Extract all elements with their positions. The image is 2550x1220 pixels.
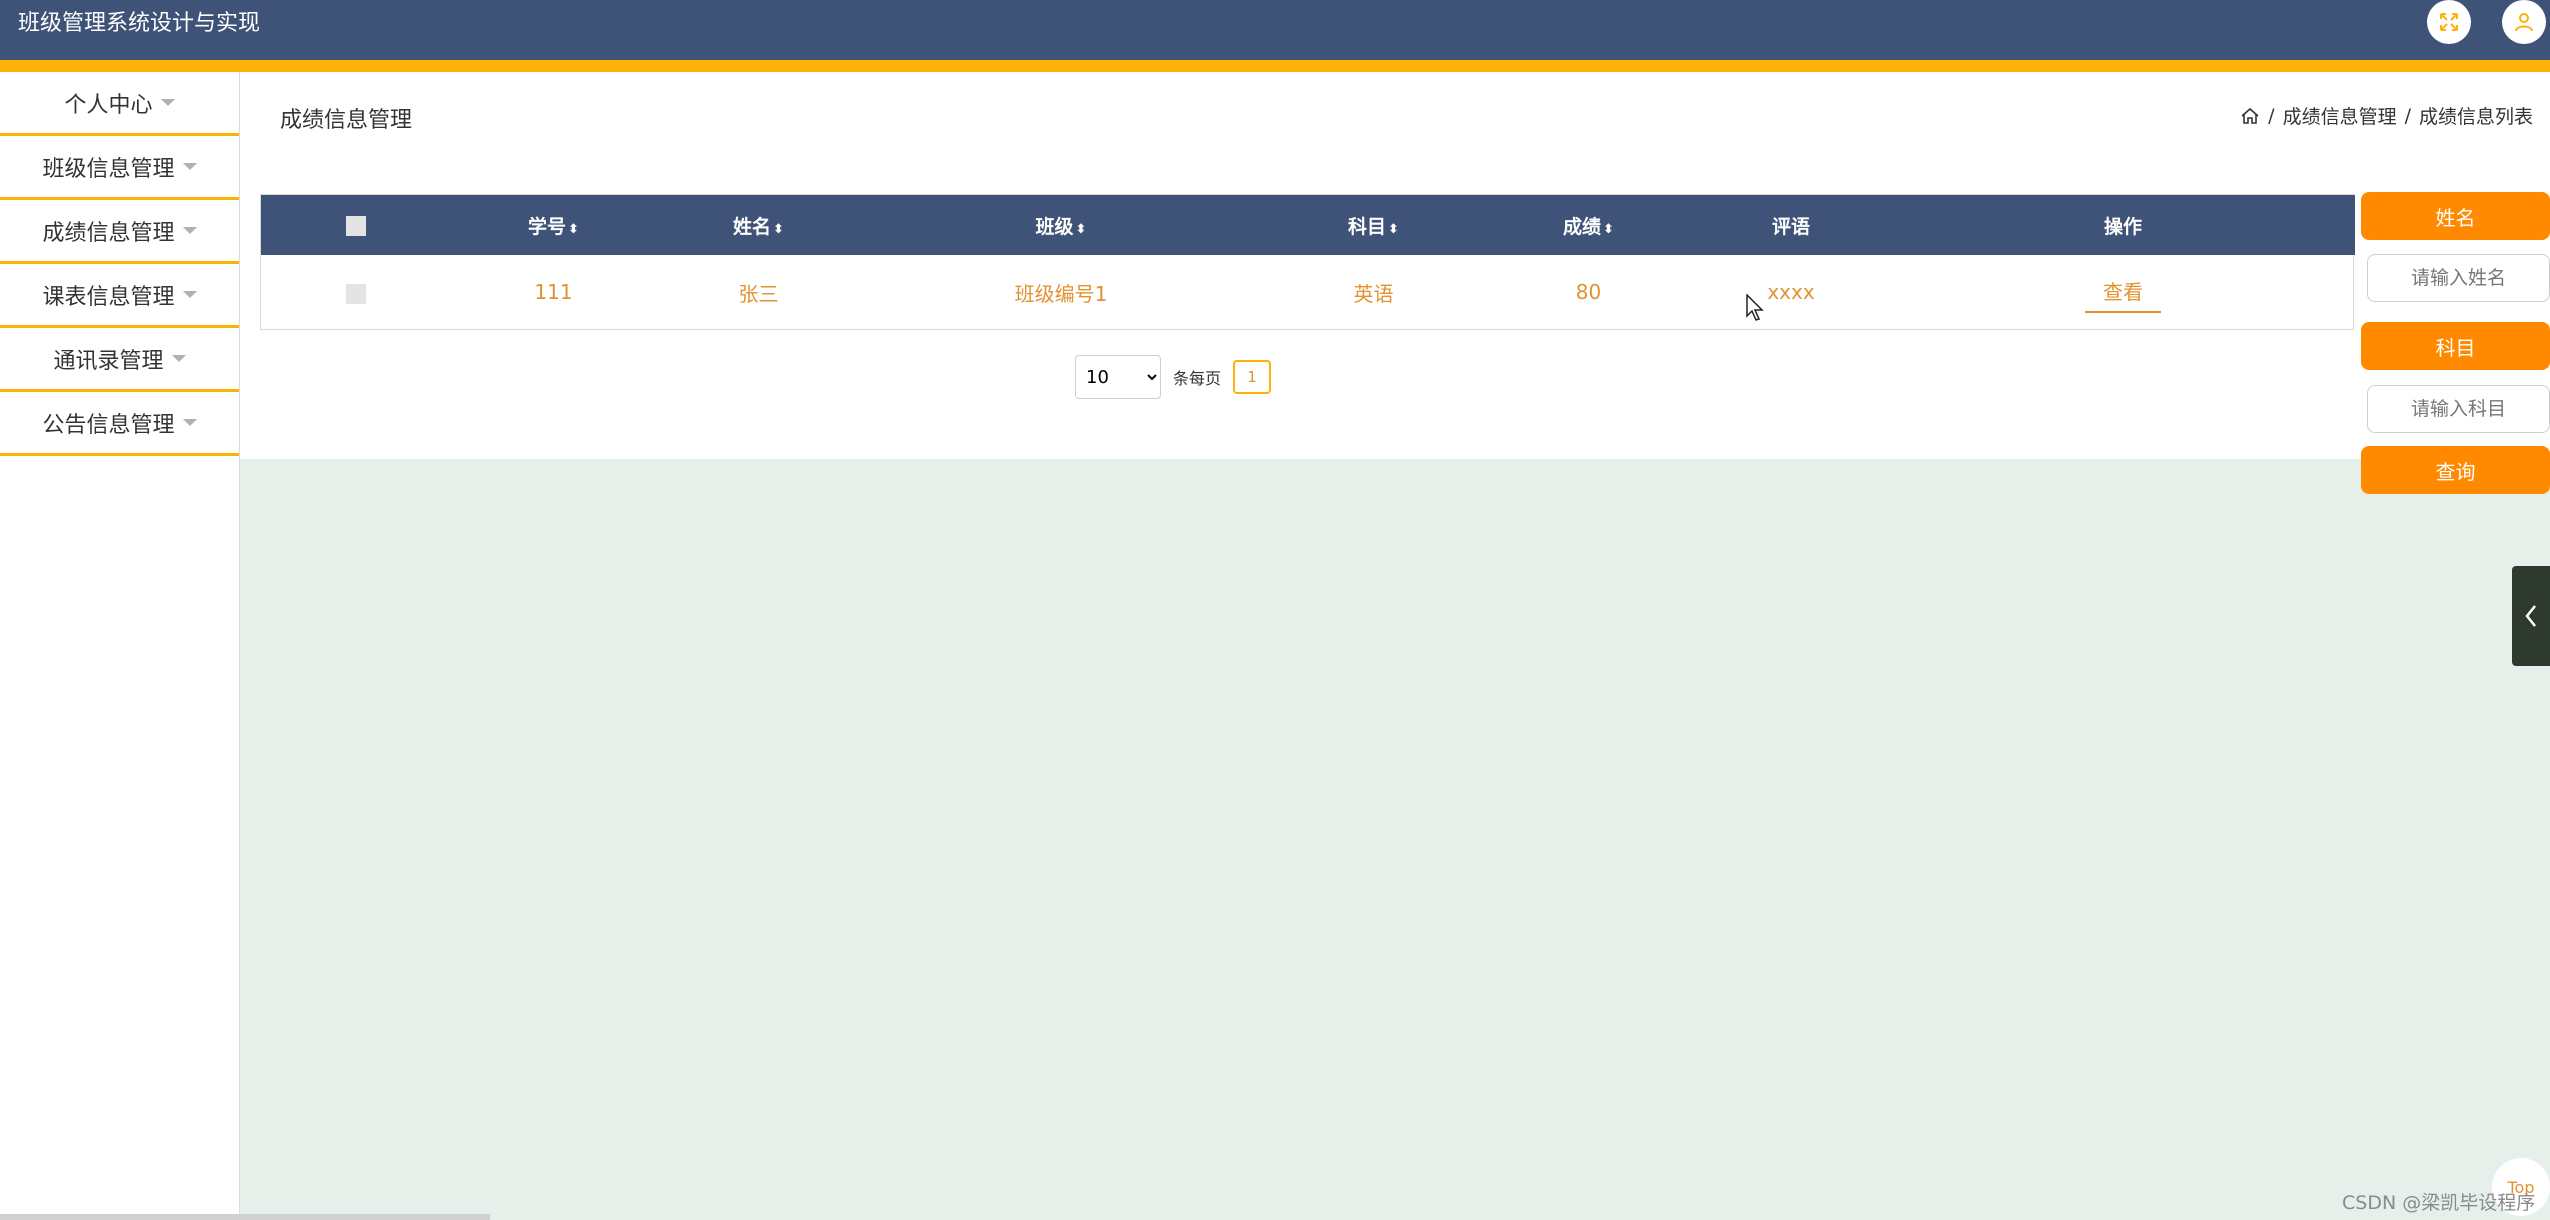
- cell-score: 80: [1575, 280, 1602, 304]
- column-label: 操作: [2103, 215, 2142, 238]
- user-button[interactable]: [2502, 0, 2546, 44]
- cell-id: 111: [534, 280, 573, 304]
- sidebar-item-profile[interactable]: 个人中心: [0, 72, 239, 136]
- column-label: 成绩: [1563, 215, 1602, 238]
- sort-icon: ⬍: [568, 221, 579, 237]
- table-row[interactable]: 111 张三 班级编号1 英语 80 xxxx 查看: [261, 255, 2355, 329]
- column-label: 姓名: [733, 215, 772, 238]
- caret-down-icon: [182, 163, 197, 170]
- breadcrumb-separator: /: [2268, 104, 2275, 127]
- column-label: 班级: [1035, 215, 1074, 238]
- select-all-cell[interactable]: [261, 195, 451, 255]
- caret-down-icon: [160, 99, 175, 106]
- app-title: 班级管理系统设计与实现: [18, 11, 261, 36]
- cell-actions: 查看: [1891, 255, 2355, 329]
- subject-filter-label-button[interactable]: 科目: [2361, 322, 2550, 370]
- page-size-select[interactable]: 10: [1075, 355, 1161, 399]
- table-header-row: 学号 ⬍ 姓名 ⬍ 班级 ⬍ 科目 ⬍ 成绩 ⬍ 评语 操作: [261, 195, 2355, 255]
- sidebar-item-label: 课表信息管理: [42, 284, 175, 310]
- sidebar-item-label: 个人中心: [64, 92, 153, 118]
- row-select-cell[interactable]: [261, 255, 451, 329]
- breadcrumb: / 成绩信息管理 / 成绩信息列表: [2240, 102, 2533, 129]
- cell-name: 张三: [738, 281, 779, 306]
- sidebar-item-label: 公告信息管理: [42, 412, 175, 438]
- column-header-score[interactable]: 成绩 ⬍: [1486, 195, 1691, 255]
- name-search-input[interactable]: [2367, 254, 2550, 302]
- breadcrumb-item: 成绩信息列表: [2418, 106, 2533, 128]
- expand-icon: [2440, 13, 2458, 31]
- chevron-left-icon: [2525, 605, 2536, 627]
- column-label: 学号: [528, 215, 567, 238]
- user-icon: [2515, 13, 2533, 32]
- score-table: 学号 ⬍ 姓名 ⬍ 班级 ⬍ 科目 ⬍ 成绩 ⬍ 评语 操作 111 张三 班级编号1 英…: [260, 194, 2355, 330]
- column-header-actions: 操作: [1891, 195, 2355, 255]
- sidebar-item-score-info[interactable]: 成绩信息管理: [0, 200, 239, 264]
- sort-icon: ⬍: [1388, 221, 1399, 237]
- header-accent-bar: [0, 60, 2550, 72]
- side-collapse-tab[interactable]: [2512, 566, 2550, 666]
- sidebar-item-timetable-info[interactable]: 课表信息管理: [0, 264, 239, 328]
- column-header-id[interactable]: 学号 ⬍: [451, 195, 656, 255]
- page-number-button[interactable]: 1: [1233, 360, 1272, 394]
- sidebar: 个人中心 班级信息管理 成绩信息管理 课表信息管理 通讯录管理 公告信息管理: [0, 72, 240, 1220]
- sidebar-item-label: 通讯录管理: [53, 348, 164, 374]
- column-header-name[interactable]: 姓名 ⬍: [656, 195, 861, 255]
- query-button[interactable]: 查询: [2361, 446, 2550, 494]
- cell-comment: xxxx: [1767, 280, 1815, 304]
- column-label: 评语: [1771, 215, 1810, 238]
- sidebar-item-label: 班级信息管理: [42, 156, 175, 182]
- fullscreen-button[interactable]: [2427, 0, 2471, 44]
- caret-down-icon: [182, 291, 197, 298]
- sort-icon: ⬍: [1075, 221, 1087, 237]
- caret-down-icon: [182, 227, 197, 234]
- name-filter-label-button[interactable]: 姓名: [2361, 192, 2550, 240]
- main-panel: 成绩信息管理 / 成绩信息管理 / 成绩信息列表 学号 ⬍ 姓名 ⬍ 班级 ⬍ 科目 ⬍…: [240, 72, 2550, 459]
- breadcrumb-item[interactable]: 成绩信息管理: [2283, 102, 2397, 129]
- subject-search-input[interactable]: [2367, 385, 2550, 433]
- horizontal-scrollbar[interactable]: [0, 1214, 490, 1220]
- column-header-comment: 评语: [1691, 195, 1891, 255]
- per-page-label: 条每页: [1173, 369, 1222, 388]
- caret-down-icon: [171, 355, 186, 362]
- row-checkbox[interactable]: [346, 283, 366, 304]
- sidebar-item-label: 成绩信息管理: [42, 220, 175, 246]
- pagination: 10 条每页 1: [1075, 355, 1272, 399]
- column-header-class[interactable]: 班级 ⬍: [861, 195, 1261, 255]
- column-header-subject[interactable]: 科目 ⬍: [1261, 195, 1486, 255]
- sort-icon: ⬍: [1603, 221, 1614, 237]
- column-label: 科目: [1348, 215, 1387, 238]
- sidebar-item-announcements[interactable]: 公告信息管理: [0, 392, 239, 456]
- sidebar-item-contacts[interactable]: 通讯录管理: [0, 328, 239, 392]
- watermark: CSDN @梁凯毕设程序: [2342, 1192, 2536, 1214]
- select-all-checkbox[interactable]: [346, 215, 366, 236]
- breadcrumb-separator: /: [2404, 104, 2411, 127]
- top-header: 班级管理系统设计与实现: [0, 0, 2550, 60]
- cell-subject: 英语: [1353, 281, 1394, 306]
- sidebar-item-class-info[interactable]: 班级信息管理: [0, 136, 239, 200]
- sort-icon: ⬍: [773, 221, 784, 237]
- caret-down-icon: [182, 419, 197, 426]
- cell-class: 班级编号1: [1014, 281, 1108, 306]
- page-title: 成绩信息管理: [280, 108, 413, 133]
- home-icon[interactable]: [2240, 106, 2260, 126]
- mouse-cursor-icon: [1746, 294, 1764, 321]
- view-button[interactable]: 查看: [2085, 272, 2161, 313]
